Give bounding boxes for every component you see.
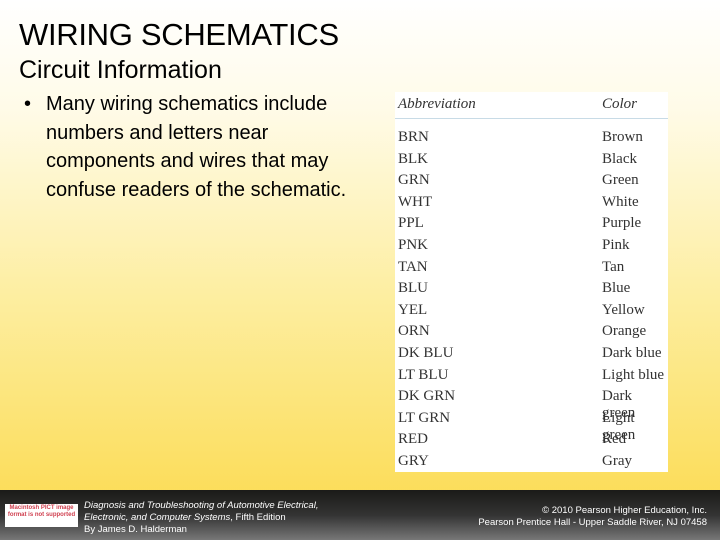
- book-citation: Diagnosis and Troubleshooting of Automot…: [84, 500, 318, 536]
- abbreviation-cell: DK BLU: [398, 344, 454, 361]
- copyright: © 2010 Pearson Higher Education, Inc. Pe…: [478, 505, 707, 529]
- abbreviation-cell: PNK: [398, 236, 429, 253]
- abbreviation-cell: BLK: [398, 150, 428, 167]
- table-row: GRY Gray: [395, 451, 668, 473]
- unsupported-image-placeholder: Macintosh PICT image format is not suppo…: [5, 504, 78, 527]
- table-row: TAN Tan: [395, 257, 668, 279]
- table-row: BRN Brown: [395, 127, 668, 149]
- abbreviation-cell: ORN: [398, 323, 430, 340]
- abbreviation-cell: LT GRN: [398, 409, 451, 426]
- color-cell: Purple: [602, 215, 642, 232]
- slide-subtitle: Circuit Information: [19, 56, 222, 84]
- abbreviation-cell: BLU: [398, 280, 428, 297]
- color-cell: Black: [602, 150, 637, 167]
- color-cell: Orange: [602, 323, 647, 340]
- bullet-point: • Many wiring schematics include numbers…: [24, 90, 364, 204]
- book-edition: , Fifth Edition: [230, 512, 286, 523]
- color-cell: White: [602, 193, 639, 210]
- table-row: YEL Yellow: [395, 300, 668, 322]
- color-cell: Tan: [602, 258, 625, 275]
- abbreviation-cell: TAN: [398, 258, 428, 275]
- color-cell: Green: [602, 172, 639, 189]
- table-row: PPL Purple: [395, 213, 668, 235]
- abbreviation-cell: GRY: [398, 452, 429, 469]
- table-row: WHT White: [395, 192, 668, 214]
- table-row: DK GRN Dark green: [395, 386, 668, 421]
- abbreviation-cell: YEL: [398, 301, 428, 318]
- copyright-line2: Pearson Prentice Hall - Upper Saddle Riv…: [478, 517, 707, 528]
- table-row: DK BLU Dark blue: [395, 343, 668, 365]
- table-row: GRN Green: [395, 170, 668, 192]
- abbreviation-cell: LT BLU: [398, 366, 449, 383]
- table-row: BLK Black: [395, 149, 668, 171]
- header-color: Color: [602, 96, 638, 112]
- table-body: BRN Brown BLK Black GRN Green WHT White PPL Purpl…: [395, 119, 668, 473]
- bullet-text: Many wiring schematics include numbers a…: [46, 93, 347, 201]
- bullet-icon: •: [24, 93, 32, 115]
- book-author: By James D. Halderman: [84, 524, 187, 535]
- book-title-line2: Electronic, and Computer Systems: [84, 512, 231, 523]
- abbreviation-cell: WHT: [398, 193, 433, 210]
- abbreviation-cell: GRN: [398, 172, 430, 189]
- color-cell: Blue: [602, 280, 631, 297]
- table-header: Abbreviation Color: [395, 92, 668, 119]
- table-row: RED Red: [395, 429, 668, 451]
- color-cell: Dark blue: [602, 344, 662, 361]
- book-title-line1: Diagnosis and Troubleshooting of Automot…: [84, 500, 319, 511]
- abbreviation-cell: RED: [398, 431, 428, 448]
- abbreviation-cell: PPL: [398, 215, 424, 232]
- table-row: ORN Orange: [395, 321, 668, 343]
- abbreviation-cell: BRN: [398, 129, 429, 145]
- color-cell: Pink: [602, 236, 630, 253]
- copyright-line1: © 2010 Pearson Higher Education, Inc.: [542, 505, 707, 516]
- color-cell: Light blue: [602, 366, 665, 383]
- slide-title: WIRING SCHEMATICS: [19, 17, 339, 52]
- footer: Macintosh PICT image format is not suppo…: [0, 490, 720, 540]
- table-row: LT BLU Light blue: [395, 365, 668, 387]
- color-cell: Gray: [602, 452, 632, 469]
- color-cell: Red: [602, 431, 627, 448]
- table-row: LT GRN Light green: [395, 408, 668, 443]
- color-abbreviation-table: Abbreviation Color BRN Brown BLK Black GRN Gr…: [395, 92, 668, 472]
- color-cell: Yellow: [602, 301, 645, 318]
- header-abbreviation: Abbreviation: [398, 96, 476, 112]
- color-cell: Brown: [602, 129, 643, 145]
- abbreviation-cell: DK GRN: [398, 388, 456, 405]
- table-row: BLU Blue: [395, 278, 668, 300]
- table-row: PNK Pink: [395, 235, 668, 257]
